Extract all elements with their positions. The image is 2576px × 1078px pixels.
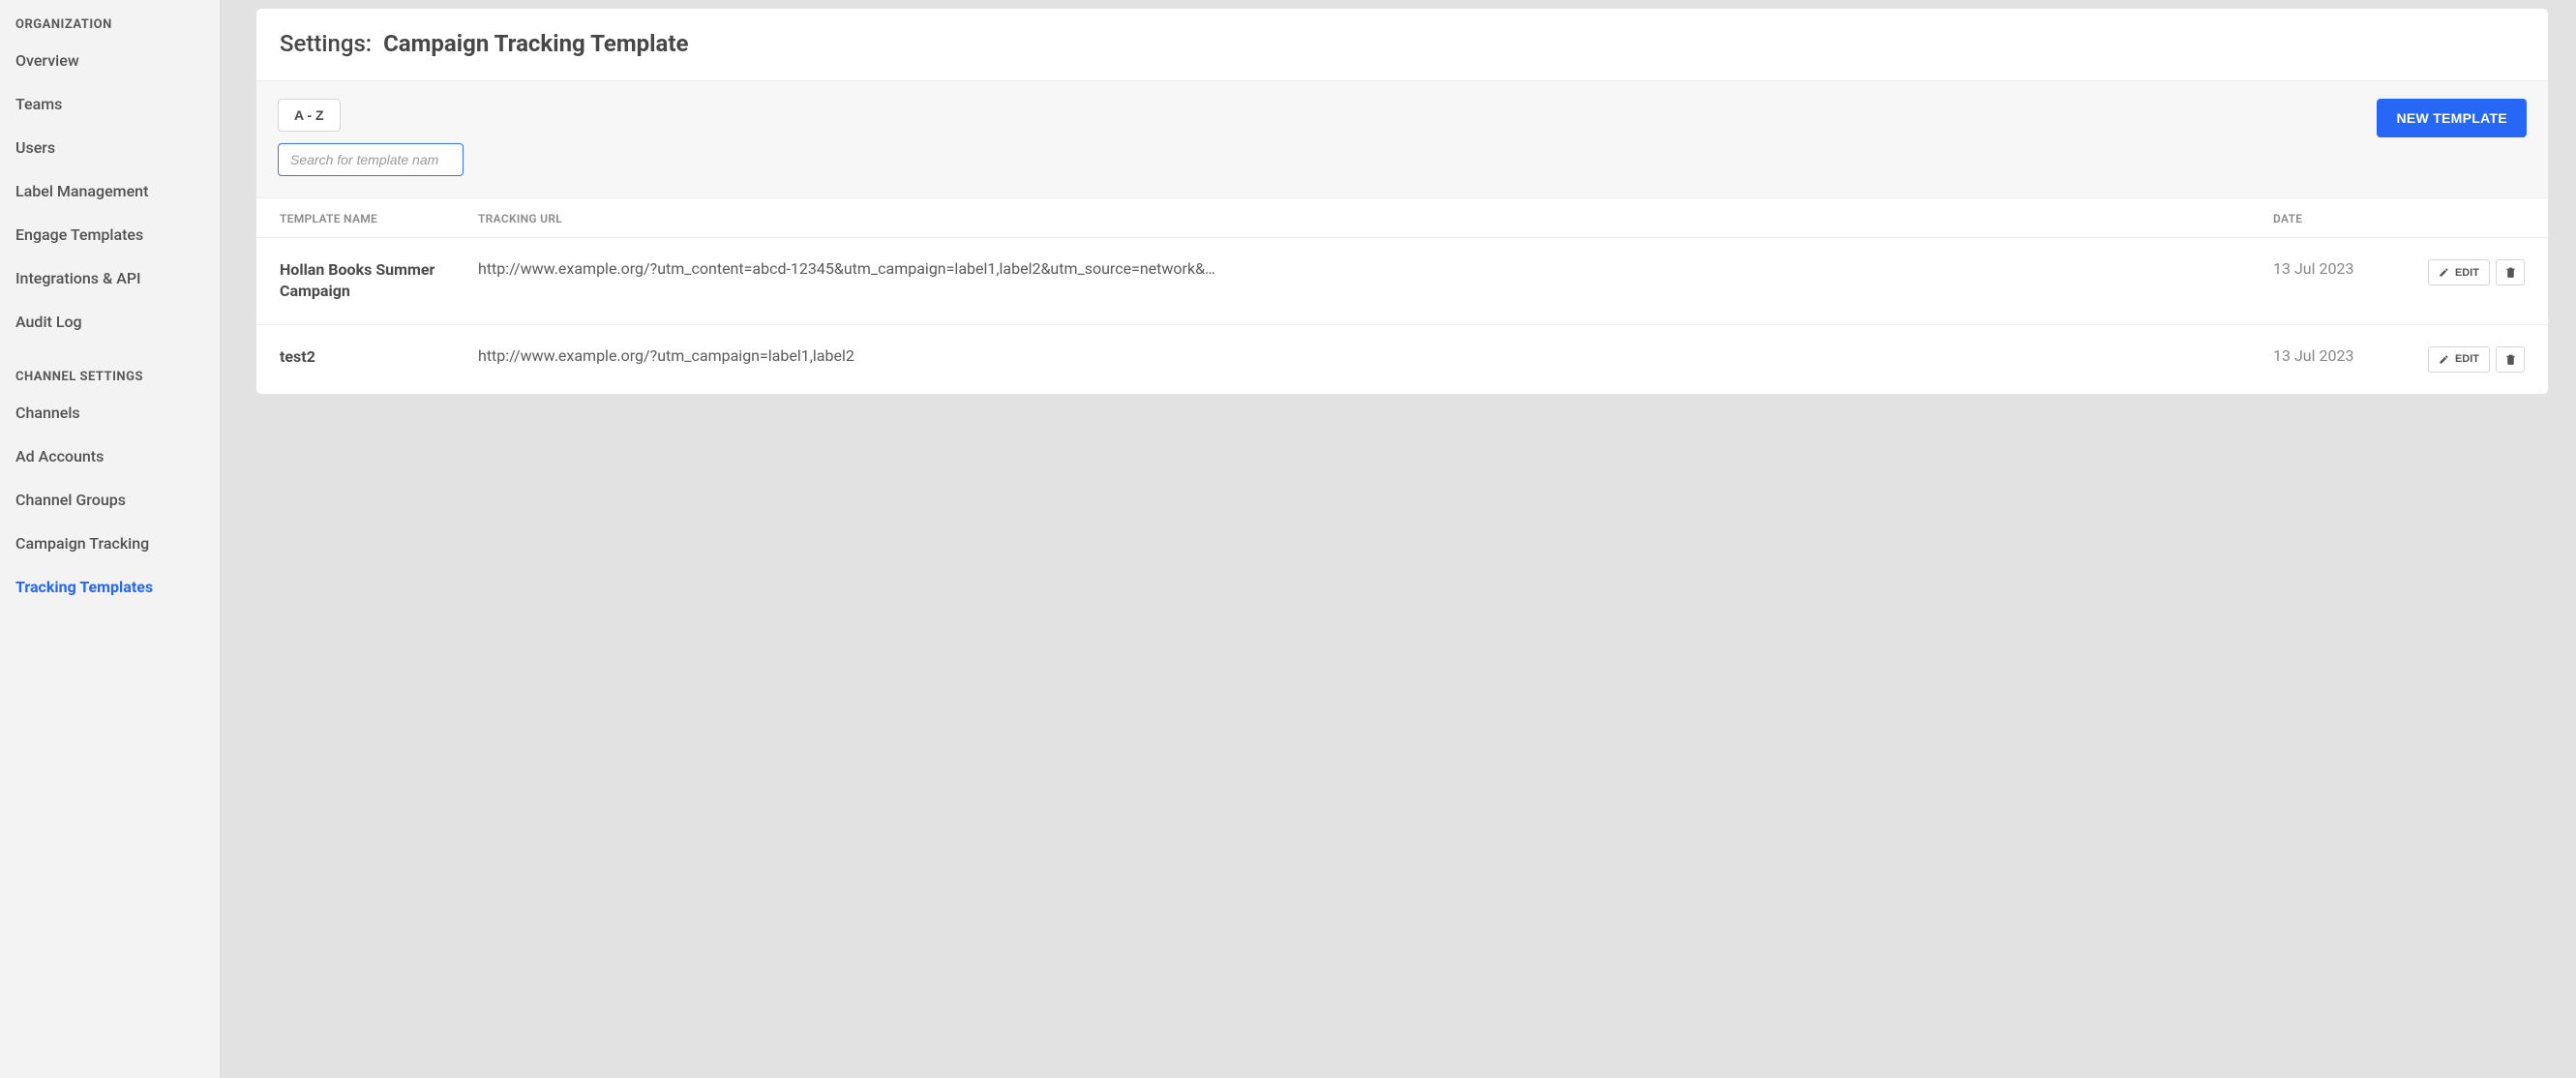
toolbar: A - Z NEW TEMPLATE	[256, 81, 2548, 198]
trash-icon	[2504, 353, 2517, 366]
table-row: test2 http://www.example.org/?utm_campai…	[256, 325, 2548, 394]
cell-tracking-url: http://www.example.org/?utm_content=abcd…	[478, 259, 2273, 278]
column-header-date: DATE	[2273, 212, 2399, 225]
main-content: Settings: Campaign Tracking Template A -…	[221, 0, 2576, 1078]
pencil-icon	[2439, 354, 2449, 365]
delete-button[interactable]	[2496, 259, 2525, 285]
edit-button-label: EDIT	[2455, 267, 2479, 279]
page-title: Settings: Campaign Tracking Template	[280, 30, 2525, 57]
sidebar-item-ad-accounts[interactable]: Ad Accounts	[15, 447, 204, 465]
column-header-url: TRACKING URL	[478, 212, 2273, 225]
sidebar-item-integrations-api[interactable]: Integrations & API	[15, 269, 204, 287]
pencil-icon	[2439, 267, 2449, 278]
sidebar-item-campaign-tracking[interactable]: Campaign Tracking	[15, 534, 204, 553]
search-input[interactable]	[278, 143, 464, 176]
sidebar-heading-channel-settings: CHANNEL SETTINGS	[15, 370, 204, 384]
cell-template-name: test2	[280, 346, 478, 368]
sidebar: ORGANIZATION Overview Teams Users Label …	[0, 0, 221, 1078]
sidebar-item-users[interactable]: Users	[15, 138, 204, 157]
column-header-name: TEMPLATE NAME	[280, 212, 478, 225]
sort-button[interactable]: A - Z	[278, 99, 341, 132]
edit-button[interactable]: EDIT	[2428, 346, 2490, 373]
sidebar-heading-organization: ORGANIZATION	[15, 17, 204, 32]
edit-button[interactable]: EDIT	[2428, 259, 2490, 285]
sidebar-item-channel-groups[interactable]: Channel Groups	[15, 491, 204, 509]
edit-button-label: EDIT	[2455, 353, 2479, 365]
new-template-button[interactable]: NEW TEMPLATE	[2377, 99, 2527, 137]
cell-template-name: Hollan Books Summer Campaign	[280, 259, 478, 303]
sidebar-item-channels[interactable]: Channels	[15, 404, 204, 422]
settings-card: Settings: Campaign Tracking Template A -…	[255, 8, 2549, 395]
page-title-main: Campaign Tracking Template	[383, 30, 688, 57]
sidebar-item-label-management[interactable]: Label Management	[15, 182, 204, 200]
sidebar-item-engage-templates[interactable]: Engage Templates	[15, 225, 204, 244]
page-title-prefix: Settings:	[280, 30, 372, 57]
sidebar-item-teams[interactable]: Teams	[15, 95, 204, 113]
sidebar-item-tracking-templates[interactable]: Tracking Templates	[15, 578, 204, 596]
cell-tracking-url: http://www.example.org/?utm_campaign=lab…	[478, 346, 2273, 365]
sidebar-item-overview[interactable]: Overview	[15, 51, 204, 70]
table-header: TEMPLATE NAME TRACKING URL DATE	[256, 198, 2548, 238]
table-row: Hollan Books Summer Campaign http://www.…	[256, 238, 2548, 325]
delete-button[interactable]	[2496, 346, 2525, 373]
card-title-bar: Settings: Campaign Tracking Template	[256, 9, 2548, 81]
cell-date: 13 Jul 2023	[2273, 259, 2399, 278]
trash-icon	[2504, 266, 2517, 279]
sidebar-item-audit-log[interactable]: Audit Log	[15, 313, 204, 331]
cell-date: 13 Jul 2023	[2273, 346, 2399, 365]
